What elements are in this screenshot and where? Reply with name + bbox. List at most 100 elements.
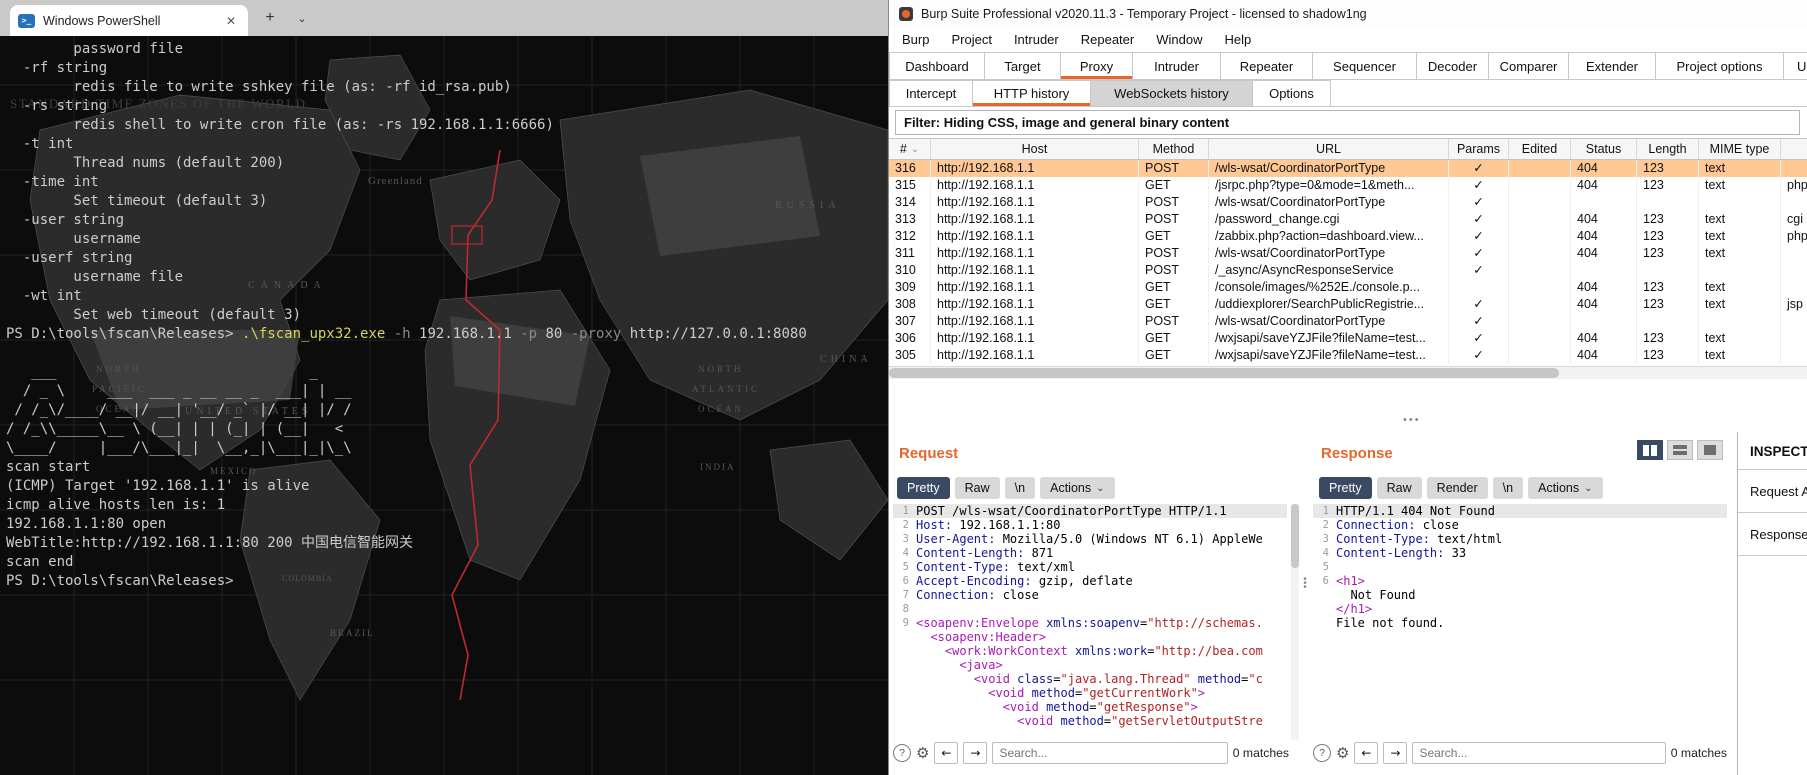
request-editor[interactable]: 1 POST /wls-wsat/CoordinatorPortType HTTP… <box>893 504 1287 740</box>
column-header-MIME type[interactable]: MIME type <box>1699 139 1781 159</box>
line-number: 9 <box>902 617 909 629</box>
http-history-filter-bar[interactable]: Filter: Hiding CSS, image and general bi… <box>895 110 1800 135</box>
column-header-URL[interactable]: URL <box>1209 139 1449 159</box>
response-tab-pretty[interactable]: Pretty <box>1319 477 1372 499</box>
history-row-315[interactable]: 315 http://192.168.1.1 GET/jsrpc.php?type=… <box>889 177 1807 194</box>
history-row-310[interactable]: 310 http://192.168.1.1 POST/_async/AsyncRe… <box>889 262 1807 279</box>
request-search-input[interactable] <box>992 742 1228 764</box>
request-tab-pretty[interactable]: Pretty <box>897 477 950 499</box>
terminal-segment: \____/ |___/\___|_| \__,_|\___|_|\_\ <box>6 440 352 456</box>
terminal-tab[interactable]: >_ Windows PowerShell ✕ <box>10 5 248 36</box>
response-tab-newline[interactable]: \n <box>1492 477 1524 499</box>
gear-icon[interactable]: ⚙ <box>1336 744 1349 762</box>
history-row-309[interactable]: 309 http://192.168.1.1 GET/console/images/… <box>889 279 1807 296</box>
line-number <box>893 714 909 728</box>
response-search-input[interactable] <box>1412 742 1666 764</box>
cell-status: 404 <box>1571 160 1637 177</box>
column-header-Ext[interactable]: Ext <box>1781 139 1807 159</box>
menu-repeater[interactable]: Repeater <box>1070 28 1145 52</box>
column-header-#[interactable]: # ⌄ <box>889 139 931 159</box>
tab-dashboard[interactable]: Dashboard <box>889 52 985 80</box>
menu-intruder[interactable]: Intruder <box>1003 28 1070 52</box>
history-row-313[interactable]: 313 http://192.168.1.1 POST/password_chang… <box>889 211 1807 228</box>
new-tab-button[interactable]: + <box>260 9 280 27</box>
response-tab-actions[interactable]: Actions ⌄ <box>1528 477 1603 499</box>
menu-burp[interactable]: Burp <box>891 28 940 52</box>
cell-#: 305 <box>889 347 931 364</box>
history-row-316[interactable]: 316 http://192.168.1.1 POST/wls-wsat/Coord… <box>889 160 1807 177</box>
request-segment: method <box>1060 714 1104 728</box>
tab-intruder[interactable]: Intruder <box>1133 52 1221 80</box>
help-icon[interactable]: ? <box>1313 744 1331 762</box>
terminal-segment: icmp alive hosts len is: 1 <box>6 497 226 513</box>
history-row-311[interactable]: 311 http://192.168.1.1 POST/wls-wsat/Coord… <box>889 245 1807 262</box>
request-tab-raw[interactable]: Raw <box>954 477 1000 499</box>
menu-project[interactable]: Project <box>940 28 1002 52</box>
response-editor[interactable]: 1 HTTP/1.1 404 Not Found 2 Connection: clos… <box>1313 504 1727 740</box>
tab-comparer[interactable]: Comparer <box>1489 52 1569 80</box>
cell-status <box>1571 194 1637 211</box>
tab-extender[interactable]: Extender <box>1569 52 1656 80</box>
response-tab-render[interactable]: Render <box>1426 477 1488 499</box>
panel-splitter-handle[interactable]: ••• <box>1403 414 1421 426</box>
table-horizontal-scrollbar[interactable] <box>889 366 1807 379</box>
tab-proxy[interactable]: Proxy <box>1061 52 1133 80</box>
column-header-Params[interactable]: Params <box>1449 139 1509 159</box>
scrollbar-thumb[interactable] <box>1291 504 1299 568</box>
history-row-305[interactable]: 305 http://192.168.1.1 GET/wxjsapi/saveYZJ… <box>889 347 1807 364</box>
tab-target[interactable]: Target <box>985 52 1061 80</box>
layout-rows-button[interactable] <box>1667 440 1693 460</box>
column-header-Length[interactable]: Length <box>1637 139 1699 159</box>
tab-repeater[interactable]: Repeater <box>1221 52 1313 80</box>
tab-user-options[interactable]: User options <box>1784 52 1807 80</box>
response-tab-raw[interactable]: Raw <box>1376 477 1422 499</box>
terminal-line: (ICMP) Target '192.168.1.1' is alive <box>0 477 888 496</box>
menu-window[interactable]: Window <box>1145 28 1213 52</box>
request-tab-actions[interactable]: Actions ⌄ <box>1040 477 1115 499</box>
subtab-http-history[interactable]: HTTP history <box>973 80 1091 107</box>
prev-match-button[interactable]: ← <box>1354 742 1379 764</box>
response-code-line: File not found. <box>1313 616 1727 630</box>
terminal-content[interactable]: password file -rf string redis file to w… <box>0 40 888 591</box>
close-tab-icon[interactable]: ✕ <box>222 12 240 30</box>
tab-sequencer[interactable]: Sequencer <box>1313 52 1417 80</box>
request-scrollbar[interactable] <box>1291 504 1299 740</box>
scrollbar-thumb[interactable] <box>889 368 1559 378</box>
request-tab-newline[interactable]: \n <box>1004 477 1036 499</box>
line-number: 3 <box>902 533 909 545</box>
terminal-segment: -userf string <box>6 250 133 266</box>
subtab-options[interactable]: Options <box>1253 80 1331 107</box>
subtab-websockets-history[interactable]: WebSockets history <box>1091 80 1253 107</box>
inspector-section-request-attributes[interactable]: Request Attributes <box>1738 469 1807 512</box>
column-header-Host[interactable]: Host <box>931 139 1139 159</box>
next-match-button[interactable]: → <box>1383 742 1408 764</box>
column-header-Method[interactable]: Method <box>1139 139 1209 159</box>
layout-columns-button[interactable] <box>1637 440 1663 460</box>
gear-icon[interactable]: ⚙ <box>916 744 929 762</box>
sort-descending-icon: ⌄ <box>910 143 920 155</box>
subtab-intercept[interactable]: Intercept <box>889 80 973 107</box>
next-match-button[interactable]: → <box>963 742 988 764</box>
editor-splitter-handle[interactable]: • • • <box>1301 575 1309 593</box>
cell-mime-type <box>1699 313 1781 330</box>
column-header-Edited[interactable]: Edited <box>1509 139 1571 159</box>
cell-ext <box>1781 313 1807 330</box>
tab-label: \n <box>1014 481 1026 495</box>
history-row-308[interactable]: 308 http://192.168.1.1 GET/uddiexplorer/Se… <box>889 296 1807 313</box>
tab-dropdown-icon[interactable]: ⌄ <box>292 12 312 25</box>
cell-method: GET <box>1139 347 1209 364</box>
history-row-307[interactable]: 307 http://192.168.1.1 POST/wls-wsat/Coord… <box>889 313 1807 330</box>
layout-single-button[interactable] <box>1697 440 1723 460</box>
column-header-Status[interactable]: Status <box>1571 139 1637 159</box>
help-icon[interactable]: ? <box>893 744 911 762</box>
history-row-306[interactable]: 306 http://192.168.1.1 GET/wxjsapi/saveYZJ… <box>889 330 1807 347</box>
tab-decoder[interactable]: Decoder <box>1417 52 1489 80</box>
inspector-section-response-headers[interactable]: Response Headers <box>1738 512 1807 556</box>
cell-method: POST <box>1139 245 1209 262</box>
prev-match-button[interactable]: ← <box>934 742 959 764</box>
menu-help[interactable]: Help <box>1213 28 1262 52</box>
burp-suite-window: Burp Suite Professional v2020.11.3 - Tem… <box>888 0 1807 775</box>
tab-project-options[interactable]: Project options <box>1656 52 1784 80</box>
history-row-314[interactable]: 314 http://192.168.1.1 POST/wls-wsat/Coord… <box>889 194 1807 211</box>
history-row-312[interactable]: 312 http://192.168.1.1 GET/zabbix.php?acti… <box>889 228 1807 245</box>
